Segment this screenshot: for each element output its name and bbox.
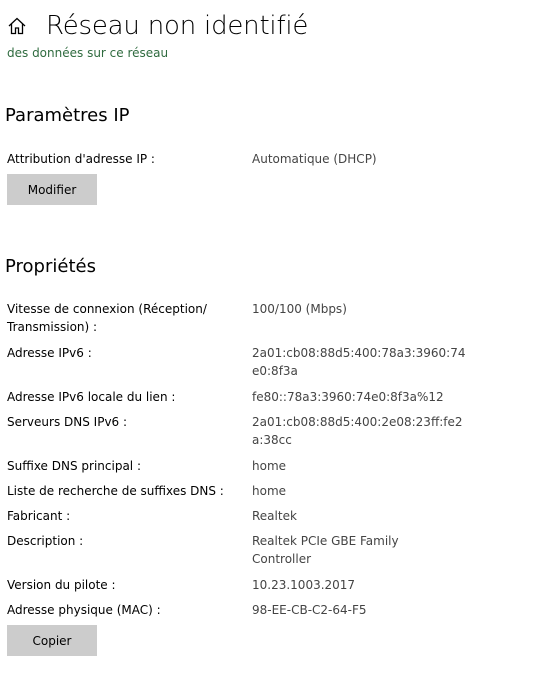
section-title-ip-settings: Paramètres IP [5, 105, 130, 126]
property-value: fe80::78a3:3960:74e0:8f3a%12 [252, 390, 444, 404]
property-value: 10.23.1003.2017 [252, 578, 356, 592]
network-data-link[interactable]: des données sur ce réseau [7, 46, 168, 60]
property-label: Fabricant : [7, 509, 71, 523]
property-value: home [252, 459, 287, 473]
property-label: Adresse IPv6 : [7, 346, 92, 360]
property-value: Realtek PCIe GBE Family Controller [252, 534, 399, 566]
property-value: 100/100 (Mbps) [252, 302, 347, 316]
property-label: Liste de recherche de suffixes DNS : [7, 484, 224, 498]
property-label: Suffixe DNS principal : [7, 459, 141, 473]
network-properties-page: Réseau non identifié des données sur ce … [0, 0, 560, 697]
page-header: Réseau non identifié [6, 8, 308, 44]
property-label: Adresse IPv6 locale du lien : [7, 390, 176, 404]
property-value: 2a01:cb08:88d5:400:2e08:23ff:fe2a:38cc [252, 415, 463, 447]
ip-assignment-value: Automatique (DHCP) [252, 152, 377, 166]
copy-button[interactable]: Copier [7, 625, 97, 656]
ip-assignment-label: Attribution d'adresse IP : [7, 152, 155, 166]
section-title-properties: Propriétés [5, 256, 96, 277]
property-label: Description : [7, 534, 84, 548]
property-label: Serveurs DNS IPv6 : [7, 415, 128, 429]
property-value: Realtek [252, 509, 297, 523]
property-label: Adresse physique (MAC) : [7, 603, 161, 617]
home-icon[interactable] [6, 15, 28, 37]
property-label: Vitesse de connexion (Réception/ Transmi… [7, 302, 207, 334]
property-label: Version du pilote : [7, 578, 116, 592]
property-value: home [252, 484, 287, 498]
edit-button[interactable]: Modifier [7, 174, 97, 205]
page-title: Réseau non identifié [46, 11, 309, 41]
property-value: 98-EE-CB-C2-64-F5 [252, 603, 367, 617]
property-value: 2a01:cb08:88d5:400:78a3:3960:74e0:8f3a [252, 346, 466, 378]
